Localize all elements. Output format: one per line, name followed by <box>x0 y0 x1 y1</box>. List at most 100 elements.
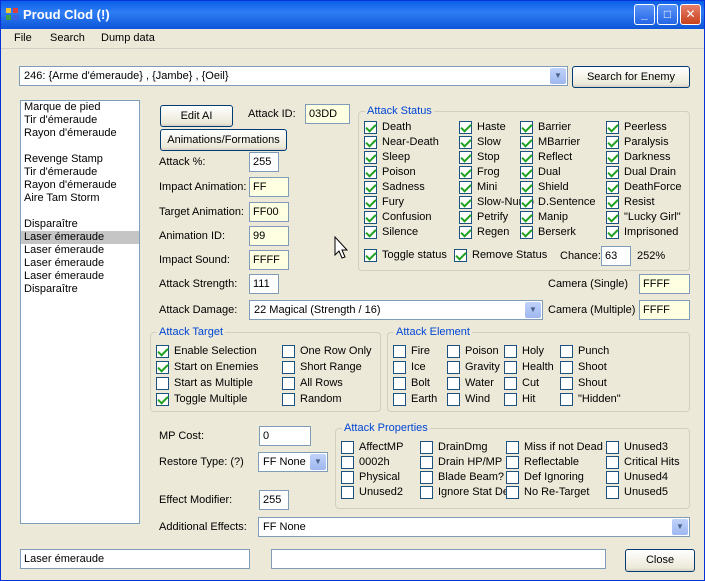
checkbox-icon[interactable] <box>606 471 619 484</box>
checked-checkbox-icon[interactable] <box>520 166 533 179</box>
list-item[interactable]: Rayon d'émeraude <box>21 127 139 140</box>
checkbox-icon[interactable] <box>447 377 460 390</box>
checkbox-icon[interactable] <box>282 377 295 390</box>
list-item[interactable]: Revenge Stamp <box>21 153 139 166</box>
checked-checkbox-icon[interactable] <box>459 211 472 224</box>
checked-checkbox-icon[interactable] <box>459 226 472 239</box>
checked-checkbox-icon[interactable] <box>364 121 377 134</box>
camera-multiple-field[interactable]: FFFF <box>639 300 690 320</box>
target-animation-field[interactable]: FF00 <box>249 202 289 222</box>
animations-formations-button[interactable]: Animations/Formations <box>160 129 287 151</box>
attack-damage-select[interactable]: 22 Magical (Strength / 16) ▼ <box>249 300 543 320</box>
checkbox-icon[interactable] <box>341 486 354 499</box>
list-item[interactable]: Laser émeraude <box>21 244 139 257</box>
checkbox-icon[interactable] <box>560 345 573 358</box>
additional-effects-select[interactable]: FF None ▼ <box>258 517 690 537</box>
checked-checkbox-icon[interactable] <box>606 196 619 209</box>
list-item[interactable]: Aire Tam Storm <box>21 192 139 205</box>
checkbox-icon[interactable] <box>420 486 433 499</box>
list-item[interactable]: Tir d'émeraude <box>21 114 139 127</box>
checkbox-icon[interactable] <box>447 361 460 374</box>
checked-checkbox-icon[interactable] <box>520 136 533 149</box>
checked-checkbox-icon[interactable] <box>364 226 377 239</box>
list-item[interactable] <box>21 205 139 218</box>
checked-checkbox-icon[interactable] <box>459 121 472 134</box>
checkbox-icon[interactable] <box>393 361 406 374</box>
edit-ai-button[interactable]: Edit AI <box>160 105 233 127</box>
checked-checkbox-icon[interactable] <box>520 196 533 209</box>
checked-checkbox-icon[interactable] <box>156 361 169 374</box>
impact-animation-field[interactable]: FF <box>249 177 289 197</box>
effect-modifier-field[interactable]: 255 <box>259 490 289 510</box>
checked-checkbox-icon[interactable] <box>156 345 169 358</box>
checkbox-icon[interactable] <box>447 393 460 406</box>
checked-checkbox-icon[interactable] <box>156 393 169 406</box>
checked-checkbox-icon[interactable] <box>459 166 472 179</box>
chance-field[interactable]: 63 <box>601 246 631 266</box>
checked-checkbox-icon[interactable] <box>459 181 472 194</box>
checkbox-icon[interactable] <box>341 456 354 469</box>
attack-list[interactable]: Marque de pied Tir d'émeraude Rayon d'émer… <box>20 100 140 524</box>
checked-checkbox-icon[interactable] <box>364 211 377 224</box>
close-button[interactable]: Close <box>625 549 695 572</box>
checked-checkbox-icon[interactable] <box>459 196 472 209</box>
menu-file[interactable]: File <box>14 32 32 44</box>
checked-checkbox-icon[interactable] <box>606 226 619 239</box>
checked-checkbox-icon[interactable] <box>459 151 472 164</box>
animation-id-field[interactable]: 99 <box>249 226 289 246</box>
menu-search[interactable]: Search <box>50 32 85 44</box>
close-window-button[interactable]: ✕ <box>680 4 701 25</box>
mp-cost-field[interactable]: 0 <box>259 426 311 446</box>
checkbox-icon[interactable] <box>560 361 573 374</box>
checked-checkbox-icon[interactable] <box>364 196 377 209</box>
checkbox-icon[interactable] <box>447 345 460 358</box>
list-item[interactable]: Tir d'émeraude <box>21 166 139 179</box>
checkbox-icon[interactable] <box>282 361 295 374</box>
checked-checkbox-icon[interactable] <box>520 151 533 164</box>
checkbox-icon[interactable] <box>341 471 354 484</box>
minimize-button[interactable]: _ <box>634 4 655 25</box>
checkbox-icon[interactable] <box>506 441 519 454</box>
checkbox-icon[interactable] <box>420 471 433 484</box>
checked-checkbox-icon[interactable] <box>459 136 472 149</box>
checkbox-icon[interactable] <box>393 345 406 358</box>
checkbox-icon[interactable] <box>560 393 573 406</box>
chevron-down-icon[interactable]: ▼ <box>310 454 326 470</box>
checked-checkbox-icon[interactable] <box>364 181 377 194</box>
checkbox-icon[interactable] <box>606 456 619 469</box>
checkbox-icon[interactable] <box>156 377 169 390</box>
list-item[interactable]: Laser émeraude <box>21 270 139 283</box>
checked-checkbox-icon[interactable] <box>606 121 619 134</box>
checked-checkbox-icon[interactable] <box>606 151 619 164</box>
checked-checkbox-icon[interactable] <box>606 181 619 194</box>
list-item[interactable] <box>21 140 139 153</box>
list-item[interactable]: Laser émeraude <box>21 257 139 270</box>
checked-checkbox-icon[interactable] <box>364 151 377 164</box>
checkbox-icon[interactable] <box>282 345 295 358</box>
status-field[interactable] <box>271 549 606 569</box>
checkbox-icon[interactable] <box>560 377 573 390</box>
list-item[interactable]: Disparaître <box>21 283 139 296</box>
checkbox-icon[interactable] <box>606 441 619 454</box>
attack-strength-field[interactable]: 111 <box>249 274 279 294</box>
checkbox-icon[interactable] <box>504 393 517 406</box>
maximize-button[interactable]: □ <box>657 4 678 25</box>
checkbox-icon[interactable] <box>420 441 433 454</box>
checkbox-icon[interactable] <box>393 393 406 406</box>
checkbox-icon[interactable] <box>341 441 354 454</box>
camera-single-field[interactable]: FFFF <box>639 274 690 294</box>
checked-checkbox-icon[interactable] <box>520 211 533 224</box>
attack-name-field[interactable]: Laser émeraude <box>20 549 250 569</box>
restore-type-select[interactable]: FF None ▼ <box>258 452 328 472</box>
checked-checkbox-icon[interactable] <box>606 136 619 149</box>
checked-checkbox-icon[interactable] <box>520 181 533 194</box>
checkbox-icon[interactable] <box>393 377 406 390</box>
chevron-down-icon[interactable]: ▼ <box>550 68 566 84</box>
checked-checkbox-icon[interactable] <box>606 166 619 179</box>
checked-checkbox-icon[interactable] <box>364 166 377 179</box>
list-item[interactable]: Rayon d'émeraude <box>21 179 139 192</box>
checked-checkbox-icon[interactable] <box>606 211 619 224</box>
checked-checkbox-icon[interactable] <box>520 226 533 239</box>
list-item[interactable]: Marque de pied <box>21 101 139 114</box>
checkbox-icon[interactable] <box>282 393 295 406</box>
